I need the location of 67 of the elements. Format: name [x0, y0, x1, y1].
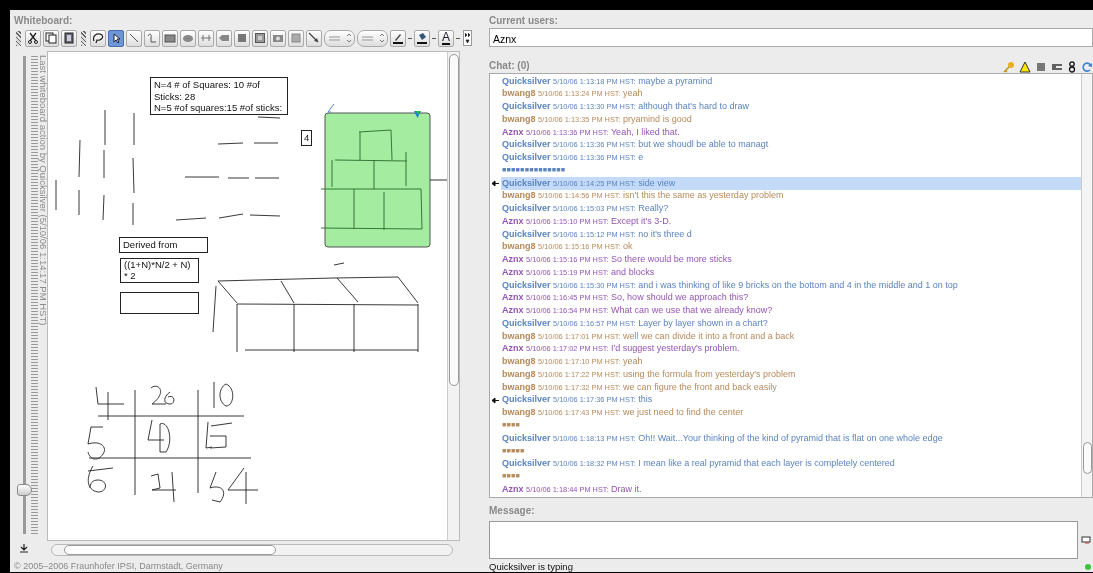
edit-icon[interactable] — [327, 103, 335, 113]
font-color-tool[interactable]: A — [438, 29, 454, 47]
pointer-tool[interactable] — [108, 29, 124, 47]
frame-icon — [254, 32, 266, 44]
camera-icon — [272, 32, 284, 44]
stroke-line — [257, 116, 281, 119]
vertical-scrollbar[interactable] — [1081, 74, 1092, 497]
text-box[interactable]: N=4 # of Squares: 10 #of Sticks: 28 N=5 #of squares:15 #of sticks: — [150, 77, 288, 115]
label-icon — [218, 32, 230, 44]
camera-tool[interactable] — [270, 29, 286, 47]
copy-tool[interactable] — [43, 29, 59, 47]
panel-title: Current users: — [489, 14, 559, 28]
download-icon[interactable] — [19, 543, 29, 553]
paste-tool[interactable] — [61, 29, 77, 47]
pen-icon — [392, 32, 404, 44]
fill-tool[interactable] — [234, 29, 250, 47]
user-name[interactable]: Aznx — [493, 33, 517, 45]
connector-line — [429, 179, 448, 181]
copyright-text: © 2005–2006 Fraunhofer IPSI, Darmstadt, Germany — [14, 561, 224, 571]
list-icon[interactable] — [1035, 61, 1047, 73]
text-box[interactable]: Derived from — [119, 237, 208, 253]
send-icon[interactable] — [1081, 535, 1091, 545]
lasso-icon — [92, 32, 104, 44]
vertical-scrollbar[interactable] — [447, 52, 459, 540]
ellipse-icon — [182, 32, 194, 44]
picture-icon — [290, 32, 302, 44]
overflow-icon[interactable] — [463, 30, 472, 46]
pointer-icon — [110, 32, 122, 44]
copy-icon — [45, 32, 57, 44]
panel-title: Whiteboard: — [14, 14, 74, 28]
fill-icon — [236, 32, 248, 44]
paste-icon — [63, 32, 75, 44]
rectangle-tool[interactable] — [162, 29, 178, 47]
status-text: Quicksilver is typing — [489, 561, 573, 572]
cut-tool[interactable] — [25, 29, 41, 47]
message-field[interactable] — [489, 521, 1078, 559]
grip-handle[interactable] — [16, 30, 21, 46]
panel-title: Message: — [489, 504, 536, 518]
connection-status-icon — [1085, 563, 1091, 570]
empty-text-box[interactable] — [120, 292, 199, 314]
connector-tool[interactable] — [306, 29, 322, 47]
frame-tool[interactable] — [252, 29, 268, 47]
link-tool[interactable] — [198, 29, 214, 47]
line-tool[interactable] — [126, 29, 142, 47]
pointer-marker-icon — [414, 111, 421, 118]
horizontal-scrollbar[interactable] — [51, 544, 453, 556]
ellipse-tool[interactable] — [180, 29, 196, 47]
connector-icon — [308, 32, 320, 44]
refresh-icon[interactable] — [1081, 61, 1093, 73]
panel-title: Chat: (0) — [489, 59, 530, 73]
bucket-icon — [416, 32, 428, 44]
text-box[interactable]: 4 — [301, 130, 312, 146]
cut-icon — [27, 32, 39, 44]
last-action-text: Last whiteboard action by Quicksilver (5/10/06 1:14:17 PM HST) — [38, 55, 49, 326]
slider-thumb[interactable] — [17, 484, 32, 496]
whiteboard-canvas[interactable]: N=4 # of Squares: 10 #of Sticks: 28 N=5 #of squares:15 #of sticks: 4 Derived from ((1+N)*N/2 + N) * 2 — [48, 52, 448, 540]
arrow-icon[interactable] — [1051, 61, 1063, 73]
freeform-icon — [146, 32, 158, 44]
rectangle-icon — [164, 32, 176, 44]
link-icon — [200, 32, 212, 44]
grip-handle[interactable] — [81, 30, 86, 46]
text-box[interactable]: ((1+N)*N/2 + N) * 2 — [120, 258, 199, 283]
bucket-tool[interactable] — [414, 29, 430, 47]
label-tool[interactable] — [216, 29, 232, 47]
pen-tool[interactable] — [390, 29, 406, 47]
lasso-tool[interactable] — [90, 29, 106, 47]
line-icon — [128, 32, 140, 44]
